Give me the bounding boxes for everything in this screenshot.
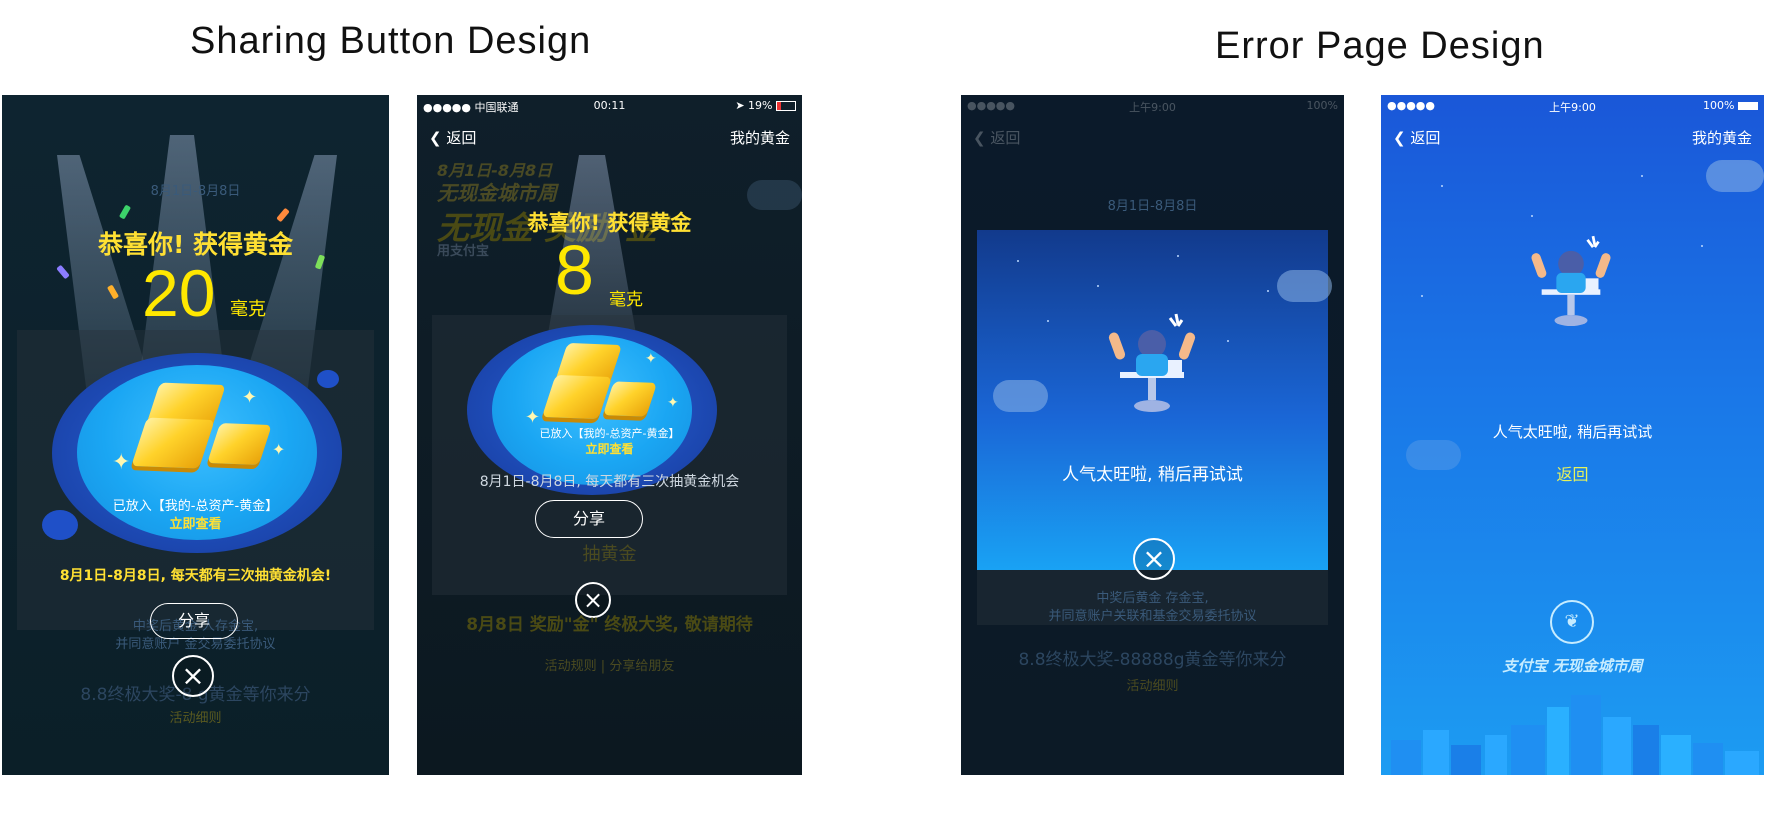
error-screen-full: ●●●●● 上午9:00 100% ❮ 返回 我的黄金 人气太旺啦, 稍后再试试… (1381, 95, 1764, 775)
sharing-section-title: Sharing Button Design (190, 20, 592, 62)
status-bar: ●●●●● 上午9:00 100% (1381, 97, 1764, 115)
back-button[interactable]: ❮ 返回 (1393, 127, 1440, 148)
nav-bar: ❮ 返回 我的黄金 (417, 121, 802, 151)
close-icon: × (1142, 542, 1166, 575)
city-skyline-illustration (1391, 695, 1759, 775)
battery: 100% (1703, 99, 1758, 112)
chance-text: 8月1日-8月8日, 每天都有三次抽黄金机会! (59, 568, 332, 584)
star (1097, 285, 1099, 287)
banner-subtitle: 无现金城市周 (437, 181, 557, 205)
placed-message: 已放入【我的-总资产-黄金】 (539, 427, 680, 440)
nav-title-my-gold[interactable]: 我的黄金 (730, 127, 790, 148)
status-bar: ●●●●● 中国联通 00:11 ➤ 19% (417, 97, 802, 115)
faint-line: 中奖后黄金 存金宝, (1096, 591, 1209, 606)
nav-bar: ❮ 返回 (961, 121, 1344, 151)
back-button[interactable]: ❮ 返回 (429, 127, 476, 148)
star (1531, 215, 1533, 217)
sharing-screen-2: ●●●●● 中国联通 00:11 ➤ 19% ❮ 返回 我的黄金 8月1日-8月… (417, 95, 802, 775)
sparkle-icon: ✦ (112, 450, 131, 475)
sparkle-icon: ✦ (667, 395, 679, 411)
error-section-title: Error Page Design (1215, 25, 1545, 67)
status-bar: ●●●●● 上午9:00 100% (961, 97, 1344, 115)
star (1227, 340, 1229, 342)
share-button[interactable]: 分享 (150, 603, 238, 639)
star (1047, 320, 1049, 322)
view-now-link[interactable]: 立即查看 (417, 440, 802, 457)
error-message: 人气太旺啦, 稍后再试试 (1492, 423, 1653, 441)
star (1441, 185, 1443, 187)
brand-text: 支付宝 无现金城市周 (1502, 657, 1643, 675)
busy-person-icon (1108, 313, 1196, 412)
close-icon: × (181, 659, 205, 692)
view-now-link[interactable]: 立即查看 (2, 513, 389, 532)
faint-line: 并同意账户关联和基金交易委托协议 (1048, 609, 1257, 624)
faded-date-title: 8月1日-8月8日 (150, 184, 241, 199)
share-button[interactable]: 分享 (535, 500, 643, 538)
sharing-screen-1: 8月1日-8月8日 恭喜你! 获得黄金 20 毫克 ✦ ✦ ✦ 已放入【我的-总… (2, 95, 389, 775)
error-modal: 人气太旺啦, 稍后再试试 (977, 230, 1332, 570)
nav-bar: ❮ 返回 我的黄金 (1381, 121, 1764, 151)
star (1017, 260, 1019, 262)
battery: ➤ 19% (735, 99, 796, 112)
decor-bubble (317, 370, 339, 388)
error-screen-modal: ●●●●● 上午9:00 100% ❮ 返回 8月1日-8月8日 人气太旺啦, … (961, 95, 1344, 775)
star (1641, 175, 1643, 177)
sparkle-icon: ✦ (242, 387, 258, 408)
cloud-decoration (993, 380, 1048, 412)
faint-prize-text: 8.8终极大奖-88888g黄金等你来分 (1018, 650, 1287, 670)
close-button[interactable]: × (1133, 538, 1175, 580)
faint-rules: 活动细则 (1126, 679, 1179, 694)
back-button[interactable]: ❮ 返回 (973, 127, 1020, 148)
error-message: 人气太旺啦, 稍后再试试 (1062, 465, 1243, 485)
faint-rules: 活动细则 (169, 711, 222, 726)
faded-date-title: 8月1日-8月8日 (1107, 199, 1198, 214)
clock: 上午9:00 (1129, 101, 1176, 114)
placed-message: 已放入【我的-总资产-黄金】 (112, 499, 279, 514)
star (1701, 245, 1703, 247)
cloud-decoration (1706, 160, 1764, 192)
gold-amount: 20 (142, 256, 216, 330)
banner-caption: 用支付宝 (437, 244, 490, 259)
star (1267, 290, 1269, 292)
faint-draw-button: 抽黄金 (582, 544, 637, 565)
nav-title-my-gold[interactable]: 我的黄金 (1692, 127, 1752, 148)
battery: 100% (1306, 99, 1338, 112)
star (1421, 295, 1423, 297)
return-link[interactable]: 返回 (1381, 461, 1764, 485)
sparkle-icon: ✦ (272, 440, 286, 459)
gold-unit: 毫克 (609, 290, 643, 310)
gold-unit: 毫克 (230, 299, 266, 320)
star (1177, 255, 1179, 257)
congrats-title: 恭喜你! 获得黄金 (527, 211, 692, 235)
confetti (276, 207, 290, 223)
confetti (118, 204, 132, 220)
cloud-decoration (1277, 270, 1332, 302)
chance-text: 8月1日-8月8日, 每天都有三次抽黄金机会 (479, 474, 740, 490)
cloud-decoration (747, 180, 802, 210)
faint-rules: 活动规则 | 分享给朋友 (544, 659, 675, 674)
faint-prize-text: 8月8日 奖励"金" 终极大奖, 敬请期待 (466, 615, 753, 635)
alipay-logo-icon: ❦ (1550, 600, 1594, 644)
gold-amount: 8 (555, 231, 594, 309)
confetti (56, 264, 70, 280)
close-button[interactable]: × (172, 655, 214, 697)
busy-person-icon (1531, 235, 1611, 326)
sparkle-icon: ✦ (645, 351, 657, 367)
